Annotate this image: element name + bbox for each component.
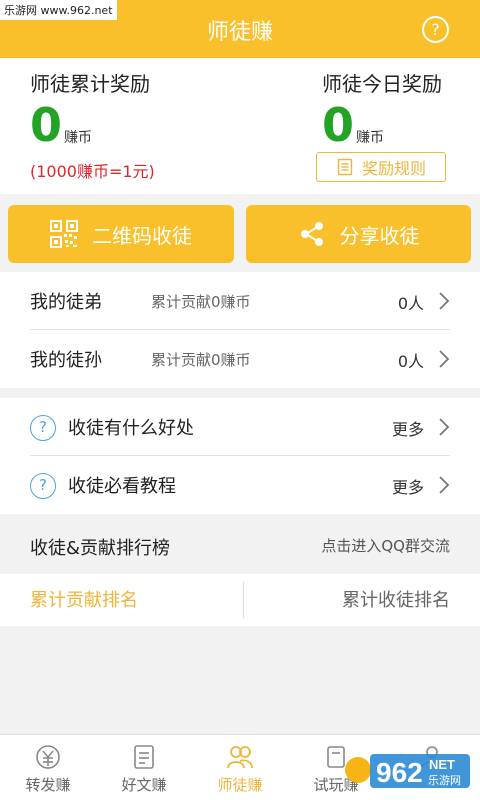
total-reward: 师徒累计奖励 0 赚币 [30,68,150,149]
list-item-benefits[interactable]: ? 收徒有什么好处 更多 [0,398,480,456]
today-reward-unit: 赚币 [356,130,385,146]
qr-code-icon [50,220,78,248]
action-bar: 二维码收徒 分享收徒 [0,194,480,272]
chevron-right-icon [439,292,450,310]
qr-recruit-button[interactable]: 二维码收徒 [8,205,234,263]
today-reward: 师徒今日奖励 0 赚币 [322,68,442,149]
disciples-contribution: 累计贡献0赚币 [151,293,251,311]
logo-sub: NET [429,757,455,772]
total-reward-label: 师徒累计奖励 [30,72,150,96]
list-item-tutorial[interactable]: ? 收徒必看教程 更多 [0,456,480,514]
exchange-rate: (1000赚币=1元) [30,162,155,181]
logo-cn: 乐游网 [428,774,461,787]
chevron-right-icon [439,350,450,368]
reward-rules-label: 奖励规则 [361,159,426,178]
share-icon [300,222,323,246]
tutorial-label: 收徒必看教程 [68,476,176,497]
ranking-title: 收徒&贡献排行榜 [30,538,171,559]
share-recruit-label: 分享收徒 [339,223,420,248]
list-item-grand-disciples[interactable]: 我的徒孙 累计贡献0赚币 0人 [0,330,480,388]
nav-label: 转发赚 [25,776,71,794]
tab-recruit-ranking[interactable]: 累计收徒排名 [342,586,450,612]
tab-contribution-ranking[interactable]: 累计贡献排名 [30,586,138,612]
tab-divider [243,582,244,618]
nav-item-forward[interactable]: 转发赚 [0,735,96,800]
reward-stats: 师徒累计奖励 0 赚币 师徒今日奖励 0 赚币 (1000赚币=1元) 奖励规则 [0,58,480,194]
grand-disciples-count: 0人 [397,352,424,371]
grand-disciples-label: 我的徒孙 [30,350,102,371]
reward-rules-button[interactable]: 奖励规则 [316,152,446,182]
benefits-more: 更多 [391,420,424,439]
qr-recruit-label: 二维码收徒 [92,223,192,248]
ranking-tabs: 累计贡献排名 累计收徒排名 [0,574,480,626]
grand-disciples-contribution: 累计贡献0赚币 [151,351,251,369]
question-circle-icon: ? [30,415,56,441]
total-reward-value: 0 [30,98,63,152]
ranking-header: 收徒&贡献排行榜 点击进入QQ群交流 [0,516,480,574]
yuan-coin-icon [36,745,60,769]
disciples-list: 我的徒弟 累计贡献0赚币 0人 我的徒孙 累计贡献0赚币 0人 [0,272,480,388]
chevron-right-icon [439,418,450,436]
qq-group-link[interactable]: 点击进入QQ群交流 [321,535,450,556]
document-list-icon [337,158,353,176]
today-reward-value: 0 [322,98,355,152]
total-reward-unit: 赚币 [64,130,93,146]
document-icon [134,745,154,769]
question-circle-icon: ? [30,473,56,499]
nav-item-articles[interactable]: 好文赚 [96,735,192,800]
watermark: 乐游网 www.962.net [0,0,117,20]
today-reward-label: 师徒今日奖励 [322,72,442,96]
tips-list: ? 收徒有什么好处 更多 ? 收徒必看教程 更多 [0,398,480,514]
logo-number: 962 [376,757,423,788]
site-logo: 962 NET 乐游网 [345,754,470,788]
disciples-count: 0人 [397,294,424,313]
list-item-disciples[interactable]: 我的徒弟 累计贡献0赚币 0人 [0,272,480,330]
chevron-right-icon [439,476,450,494]
tutorial-more: 更多 [391,478,424,497]
benefits-label: 收徒有什么好处 [68,418,194,439]
nav-label: 好文赚 [121,776,167,794]
nav-item-mentor[interactable]: 师徒赚 [192,735,288,800]
disciples-label: 我的徒弟 [30,292,102,313]
nav-label: 师徒赚 [217,776,263,794]
people-icon [227,746,253,769]
question-circle-icon[interactable]: ? [422,16,449,43]
share-recruit-button[interactable]: 分享收徒 [246,205,471,263]
